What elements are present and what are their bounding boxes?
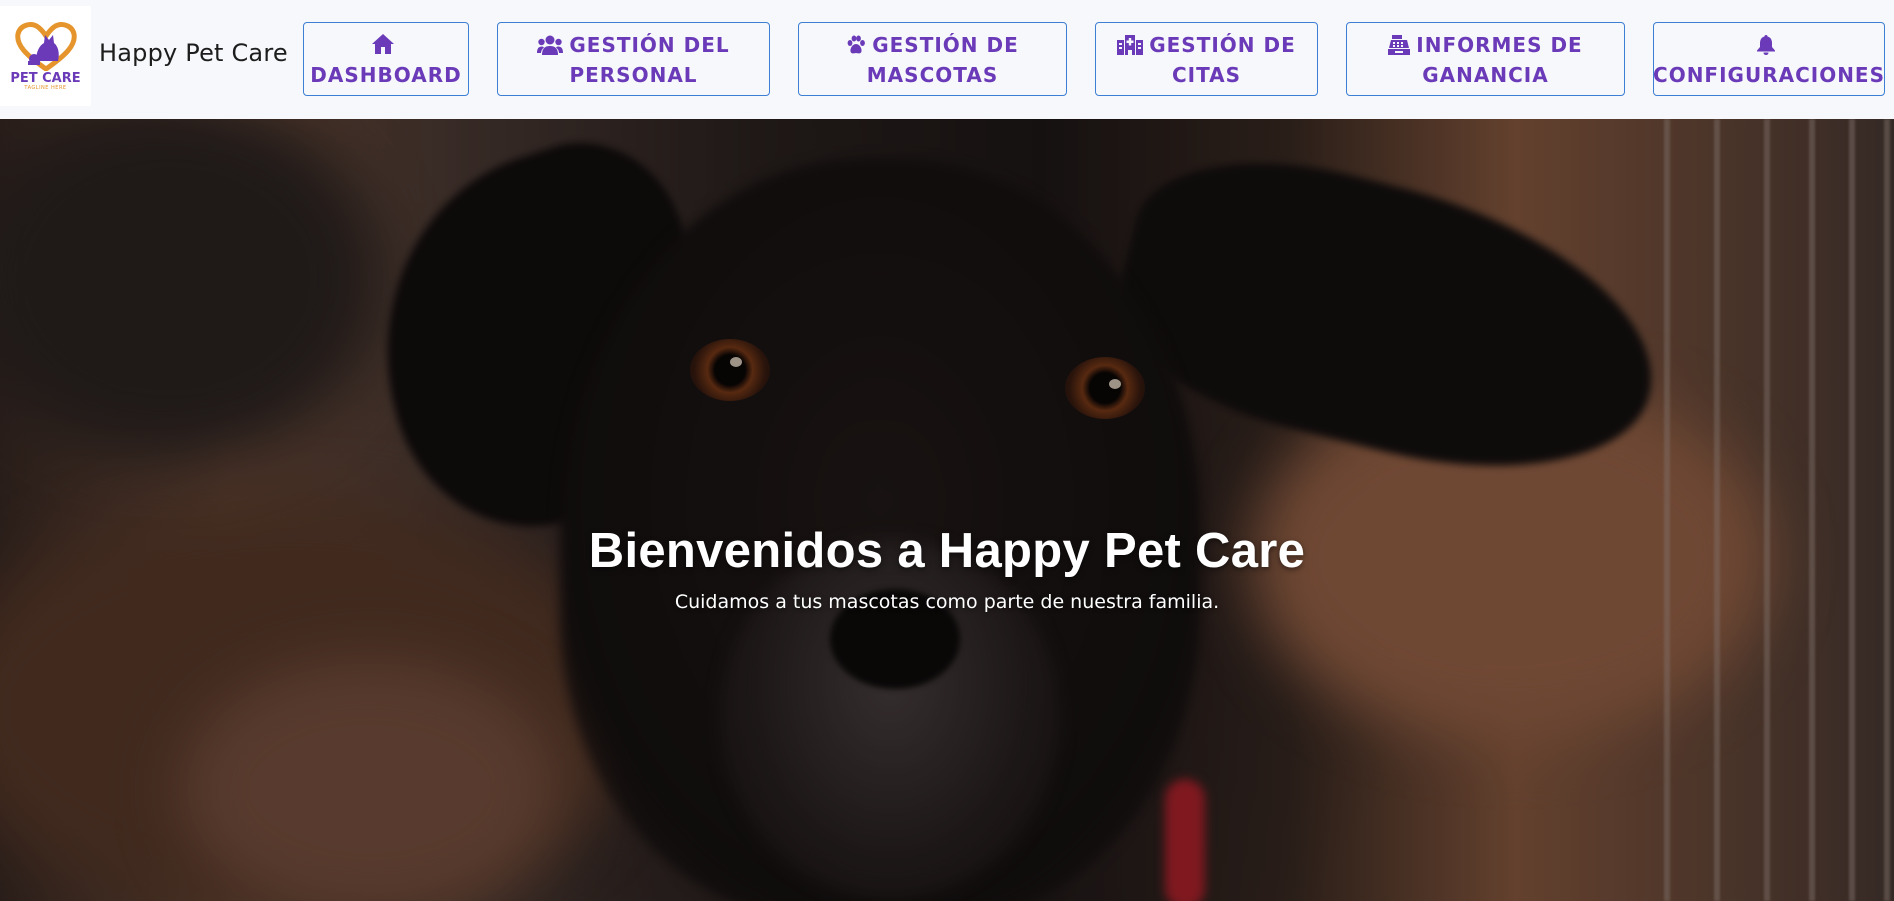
nav-citas-label-2: CITAS xyxy=(1171,63,1242,87)
hero-subtitle: Cuidamos a tus mascotas como parte de nu… xyxy=(674,591,1220,613)
nav-dashboard-button[interactable]: DASHBOARD xyxy=(303,22,469,96)
users-icon xyxy=(537,35,564,55)
nav-personal-label-2: PERSONAL xyxy=(569,63,698,87)
heart-pet-logo-icon xyxy=(14,22,77,71)
nav-personal-button[interactable]: GESTIÓN DEL PERSONAL xyxy=(497,22,770,96)
logo[interactable]: PET CARE TAGLINE HERE xyxy=(0,6,91,106)
nav-config-label: CONFIGURACIONES xyxy=(1653,63,1885,87)
hospital-icon xyxy=(1117,35,1144,55)
home-icon xyxy=(371,33,395,55)
cash-register-icon xyxy=(1388,35,1411,55)
logo-title: PET CARE xyxy=(10,71,81,86)
nav-citas-button[interactable]: GESTIÓN DE CITAS xyxy=(1095,22,1318,96)
hero-overlay xyxy=(0,119,1894,901)
nav-dashboard-label: DASHBOARD xyxy=(310,63,462,87)
nav-ganancia-label-1: INFORMES DE xyxy=(1416,33,1583,57)
nav-mascotas-label-1: GESTIÓN DE xyxy=(872,33,1019,57)
nav-personal-label-1: GESTIÓN DEL xyxy=(569,33,730,57)
nav-mascotas-button[interactable]: GESTIÓN DE MASCOTAS xyxy=(798,22,1067,96)
hero-banner: Bienvenidos a Happy Pet Care Cuidamos a … xyxy=(0,119,1894,901)
nav-ganancia-label-2: GANANCIA xyxy=(1422,63,1549,87)
paw-icon xyxy=(846,35,866,55)
nav-ganancia-button[interactable]: INFORMES DE GANANCIA xyxy=(1346,22,1625,96)
bell-icon xyxy=(1757,35,1775,55)
brand-name[interactable]: Happy Pet Care xyxy=(99,39,288,67)
nav-mascotas-label-2: MASCOTAS xyxy=(866,63,999,87)
hero-title: Bienvenidos a Happy Pet Care xyxy=(588,524,1306,578)
logo-tagline: TAGLINE HERE xyxy=(24,85,67,91)
nav-config-button[interactable]: CONFIGURACIONES xyxy=(1653,22,1885,96)
nav-citas-label-1: GESTIÓN DE xyxy=(1149,33,1296,57)
navbar: PET CARE TAGLINE HERE Happy Pet Care DAS… xyxy=(0,0,1894,119)
